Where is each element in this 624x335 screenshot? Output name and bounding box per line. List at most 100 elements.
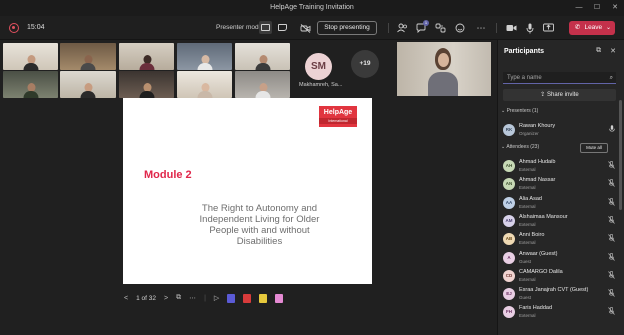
microphone-muted-icon[interactable] <box>608 161 615 171</box>
avatar: AH <box>503 160 515 172</box>
close-window-icon[interactable]: ✕ <box>610 0 620 16</box>
participant-name: Rawan Khoury <box>519 123 556 129</box>
share-invite-button[interactable]: ⇪ Share invite <box>503 89 616 101</box>
chevron-down-icon[interactable]: ⌄ <box>606 21 611 35</box>
slidebar-divider: | <box>204 294 206 302</box>
microphone-on-icon[interactable] <box>609 125 615 135</box>
presenter-video[interactable] <box>397 42 491 96</box>
logo-subtext: International <box>319 118 357 124</box>
attendee-row[interactable]: CD CAMARGO Dalila External <box>503 267 615 285</box>
slide-body-line: Disabilities <box>236 236 283 247</box>
content-only-mode-button[interactable] <box>259 21 272 34</box>
standout-mode-button[interactable] <box>276 21 289 34</box>
microphone-muted-icon[interactable] <box>608 215 615 226</box>
video-tile[interactable] <box>119 71 174 98</box>
participant-role: Organizer <box>519 131 539 136</box>
window-title: HelpAge Training Invitation <box>270 4 354 11</box>
presenters-section[interactable]: ⌄ Presenters (1) <box>501 108 538 114</box>
participant-role: External <box>519 203 536 209</box>
participant-video-figure <box>80 53 96 70</box>
participant-video-figure <box>139 53 154 70</box>
video-tile[interactable] <box>119 43 174 70</box>
video-tile[interactable] <box>177 43 232 70</box>
stop-presenting-button[interactable]: Stop presenting <box>317 21 377 35</box>
presenter-mode-label: Presenter mode <box>216 24 263 31</box>
leave-label: Leave <box>584 24 603 31</box>
people-icon[interactable] <box>395 21 409 35</box>
participant-search-input[interactable]: Type a name ⌕ <box>503 72 616 84</box>
highlighter-icon[interactable] <box>259 293 268 303</box>
microphone-muted-icon[interactable] <box>608 234 615 244</box>
chat-badge: 1 <box>423 20 429 26</box>
camera-icon[interactable] <box>504 21 518 35</box>
more-participants-button[interactable]: +19 <box>351 50 379 78</box>
share-tray-icon[interactable] <box>541 21 555 35</box>
slide-body: The Right to Autonomy and Independent Li… <box>167 203 352 247</box>
attendees-section-label: Attendees (23) <box>506 144 540 150</box>
next-slide-icon[interactable]: > <box>164 295 168 302</box>
minimize-icon[interactable]: — <box>574 0 584 16</box>
microphone-muted-icon[interactable] <box>608 179 615 189</box>
eraser-icon[interactable] <box>275 293 284 303</box>
reactions-icon[interactable] <box>453 21 467 35</box>
maximize-icon[interactable]: ☐ <box>592 0 602 16</box>
participant-avatar[interactable]: SM <box>305 53 332 80</box>
participant-name: Anni Boiro <box>519 232 545 239</box>
microphone-muted-icon[interactable] <box>608 252 615 263</box>
pen-blue-icon[interactable] <box>227 293 236 303</box>
microphone-muted-icon[interactable] <box>608 270 615 281</box>
page-indicator: 1 of 32 <box>136 294 156 302</box>
microphone-muted-icon[interactable] <box>608 197 615 208</box>
pen-red-icon[interactable] <box>243 293 252 303</box>
laser-pointer-icon[interactable]: ▷ <box>214 294 219 302</box>
more-slide-options-icon[interactable]: ⋯ <box>189 294 196 302</box>
attendee-row[interactable]: EJ Esraa Janajrah CVT (Guest) Guest <box>503 285 615 303</box>
slide-controls: < 1 of 32 > ⧉ ⋯ | ▷ <box>124 291 284 305</box>
attendee-row[interactable]: AN Ahmad Nassar External <box>503 175 615 193</box>
attendee-row[interactable]: AB Anni Boiro External <box>503 230 615 248</box>
presenter-figure <box>428 48 458 96</box>
attendee-row[interactable]: AA Alia Asad External <box>503 194 615 212</box>
window-controls: — ☐ ✕ <box>574 0 620 16</box>
leave-button[interactable]: ✆ Leave ⌄ <box>569 21 615 35</box>
mute-all-button[interactable]: Mute all <box>580 143 608 153</box>
search-icon: ⌕ <box>609 75 613 81</box>
breakout-rooms-icon[interactable] <box>433 21 447 35</box>
attendee-row[interactable]: FH Faris Haddad External <box>503 303 615 321</box>
video-tile[interactable] <box>177 71 232 98</box>
microphone-muted-icon[interactable] <box>608 307 615 317</box>
panel-controls: ⧉ ✕ <box>596 47 616 55</box>
presenter-row[interactable]: RK Rawan Khoury Organizer <box>503 121 615 139</box>
video-tile[interactable] <box>3 71 58 98</box>
participant-role: External <box>519 167 536 172</box>
video-tile[interactable] <box>60 71 116 98</box>
pop-out-icon[interactable]: ⧉ <box>596 47 601 55</box>
participant-role: External <box>519 185 536 191</box>
close-panel-icon[interactable]: ✕ <box>610 47 616 55</box>
participant-video-figure <box>197 53 212 70</box>
avatar: AN <box>503 178 515 191</box>
attendee-row[interactable]: A Anwaar (Guest) Guest <box>503 249 615 267</box>
attendee-row[interactable]: AM Alshaimaa Mansour External <box>503 212 615 230</box>
participants-title: Participants <box>504 48 545 55</box>
attendees-section[interactable]: ⌄ Attendees (23) <box>501 144 539 150</box>
microphone-icon[interactable] <box>523 21 537 35</box>
panel-scrollbar[interactable] <box>619 100 622 210</box>
video-tile[interactable] <box>3 43 58 70</box>
slide-grid-icon[interactable]: ⧉ <box>176 294 181 302</box>
microphone-muted-icon[interactable] <box>608 289 615 299</box>
attendee-row[interactable]: AH Ahmad Hudaib External <box>503 157 615 175</box>
more-options-icon[interactable]: ⋯ <box>474 21 488 35</box>
video-tile[interactable] <box>60 43 116 70</box>
previous-slide-icon[interactable]: < <box>124 295 128 302</box>
slide-heading: Module 2 <box>144 169 192 181</box>
chat-icon[interactable]: 1 <box>414 20 429 35</box>
video-tile[interactable] <box>235 43 290 70</box>
participant-name: Esraa Janajrah CVT (Guest) <box>519 287 589 294</box>
participant-role: External <box>519 240 536 246</box>
video-tile[interactable] <box>235 71 290 98</box>
window-titlebar: HelpAge Training Invitation — ☐ ✕ <box>0 0 624 16</box>
participant-video-figure <box>23 53 38 70</box>
recording-icon <box>9 23 19 33</box>
camera-off-icon[interactable] <box>298 21 312 35</box>
